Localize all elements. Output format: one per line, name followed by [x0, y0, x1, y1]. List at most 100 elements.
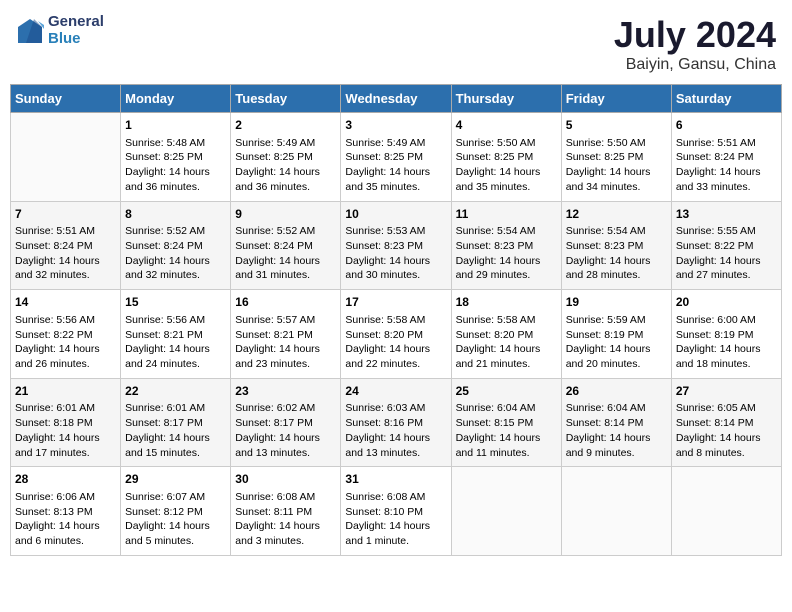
calendar-week-4: 21Sunrise: 6:01 AMSunset: 8:18 PMDayligh…: [11, 378, 782, 467]
calendar-cell: 28Sunrise: 6:06 AMSunset: 8:13 PMDayligh…: [11, 467, 121, 556]
day-number: 2: [235, 117, 336, 134]
day-info: Sunrise: 5:58 AM: [456, 313, 557, 328]
day-number: 11: [456, 206, 557, 223]
day-header-wednesday: Wednesday: [341, 85, 451, 113]
day-info: and 26 minutes.: [15, 357, 116, 372]
day-info: Sunrise: 5:51 AM: [15, 224, 116, 239]
day-info: Sunset: 8:24 PM: [676, 150, 777, 165]
day-info: Sunset: 8:20 PM: [456, 328, 557, 343]
calendar-cell: 1Sunrise: 5:48 AMSunset: 8:25 PMDaylight…: [121, 113, 231, 202]
day-info: Daylight: 14 hours: [235, 254, 336, 269]
calendar-cell: 24Sunrise: 6:03 AMSunset: 8:16 PMDayligh…: [341, 378, 451, 467]
day-info: and 13 minutes.: [345, 446, 446, 461]
day-info: Daylight: 14 hours: [345, 519, 446, 534]
calendar-cell: 30Sunrise: 6:08 AMSunset: 8:11 PMDayligh…: [231, 467, 341, 556]
day-info: and 36 minutes.: [235, 180, 336, 195]
day-info: Sunset: 8:12 PM: [125, 505, 226, 520]
day-number: 13: [676, 206, 777, 223]
day-info: Sunrise: 5:53 AM: [345, 224, 446, 239]
day-info: Sunrise: 5:58 AM: [345, 313, 446, 328]
calendar-cell: 17Sunrise: 5:58 AMSunset: 8:20 PMDayligh…: [341, 290, 451, 379]
day-number: 25: [456, 383, 557, 400]
calendar-cell: 5Sunrise: 5:50 AMSunset: 8:25 PMDaylight…: [561, 113, 671, 202]
calendar-cell: 2Sunrise: 5:49 AMSunset: 8:25 PMDaylight…: [231, 113, 341, 202]
day-info: Sunset: 8:25 PM: [345, 150, 446, 165]
day-info: Sunset: 8:24 PM: [235, 239, 336, 254]
day-info: Sunrise: 5:52 AM: [235, 224, 336, 239]
day-info: Sunset: 8:22 PM: [676, 239, 777, 254]
day-number: 3: [345, 117, 446, 134]
day-info: Sunrise: 5:52 AM: [125, 224, 226, 239]
calendar-cell: 25Sunrise: 6:04 AMSunset: 8:15 PMDayligh…: [451, 378, 561, 467]
day-info: and 35 minutes.: [456, 180, 557, 195]
day-number: 7: [15, 206, 116, 223]
day-header-thursday: Thursday: [451, 85, 561, 113]
calendar-week-3: 14Sunrise: 5:56 AMSunset: 8:22 PMDayligh…: [11, 290, 782, 379]
day-info: Sunrise: 5:48 AM: [125, 136, 226, 151]
day-info: Sunset: 8:17 PM: [125, 416, 226, 431]
day-info: Sunset: 8:21 PM: [125, 328, 226, 343]
calendar-cell: [671, 467, 781, 556]
day-number: 18: [456, 294, 557, 311]
day-info: Daylight: 14 hours: [125, 165, 226, 180]
day-info: and 27 minutes.: [676, 268, 777, 283]
day-info: Daylight: 14 hours: [456, 342, 557, 357]
calendar-header-row: SundayMondayTuesdayWednesdayThursdayFrid…: [11, 85, 782, 113]
day-info: Daylight: 14 hours: [345, 342, 446, 357]
day-info: and 33 minutes.: [676, 180, 777, 195]
day-header-tuesday: Tuesday: [231, 85, 341, 113]
day-info: Daylight: 14 hours: [456, 254, 557, 269]
day-info: Sunset: 8:10 PM: [345, 505, 446, 520]
day-info: Sunset: 8:22 PM: [15, 328, 116, 343]
day-header-friday: Friday: [561, 85, 671, 113]
calendar-cell: 6Sunrise: 5:51 AMSunset: 8:24 PMDaylight…: [671, 113, 781, 202]
day-number: 28: [15, 471, 116, 488]
calendar-cell: 16Sunrise: 5:57 AMSunset: 8:21 PMDayligh…: [231, 290, 341, 379]
day-info: and 32 minutes.: [125, 268, 226, 283]
day-info: and 20 minutes.: [566, 357, 667, 372]
day-info: Sunset: 8:25 PM: [566, 150, 667, 165]
day-info: Sunset: 8:19 PM: [566, 328, 667, 343]
main-title: July 2024: [614, 14, 776, 56]
calendar-week-1: 1Sunrise: 5:48 AMSunset: 8:25 PMDaylight…: [11, 113, 782, 202]
day-info: Sunset: 8:23 PM: [566, 239, 667, 254]
day-info: and 24 minutes.: [125, 357, 226, 372]
day-info: Sunset: 8:25 PM: [456, 150, 557, 165]
day-info: Sunset: 8:16 PM: [345, 416, 446, 431]
day-info: and 15 minutes.: [125, 446, 226, 461]
day-info: Daylight: 14 hours: [15, 519, 116, 534]
day-info: Sunrise: 5:49 AM: [235, 136, 336, 151]
calendar-cell: 27Sunrise: 6:05 AMSunset: 8:14 PMDayligh…: [671, 378, 781, 467]
day-info: Sunrise: 5:54 AM: [456, 224, 557, 239]
day-info: Sunset: 8:23 PM: [345, 239, 446, 254]
calendar-week-5: 28Sunrise: 6:06 AMSunset: 8:13 PMDayligh…: [11, 467, 782, 556]
day-info: and 18 minutes.: [676, 357, 777, 372]
day-info: Daylight: 14 hours: [676, 165, 777, 180]
day-info: Sunset: 8:11 PM: [235, 505, 336, 520]
day-info: and 3 minutes.: [235, 534, 336, 549]
day-info: and 5 minutes.: [125, 534, 226, 549]
day-info: Daylight: 14 hours: [125, 431, 226, 446]
day-info: and 31 minutes.: [235, 268, 336, 283]
logo-line2: Blue: [48, 31, 104, 48]
day-header-monday: Monday: [121, 85, 231, 113]
day-number: 27: [676, 383, 777, 400]
day-info: and 21 minutes.: [456, 357, 557, 372]
day-number: 22: [125, 383, 226, 400]
day-info: and 36 minutes.: [125, 180, 226, 195]
calendar-cell: 22Sunrise: 6:01 AMSunset: 8:17 PMDayligh…: [121, 378, 231, 467]
calendar-table: SundayMondayTuesdayWednesdayThursdayFrid…: [10, 84, 782, 556]
day-info: Sunset: 8:15 PM: [456, 416, 557, 431]
day-info: Sunrise: 6:05 AM: [676, 401, 777, 416]
calendar-cell: [11, 113, 121, 202]
day-number: 4: [456, 117, 557, 134]
day-info: Sunrise: 6:08 AM: [345, 490, 446, 505]
day-info: Daylight: 14 hours: [235, 519, 336, 534]
day-info: Daylight: 14 hours: [235, 431, 336, 446]
day-number: 8: [125, 206, 226, 223]
day-info: Sunset: 8:25 PM: [125, 150, 226, 165]
logo: General Blue: [16, 14, 104, 47]
calendar-body: 1Sunrise: 5:48 AMSunset: 8:25 PMDaylight…: [11, 113, 782, 556]
day-number: 26: [566, 383, 667, 400]
page-header: General Blue July 2024 Baiyin, Gansu, Ch…: [10, 10, 782, 78]
